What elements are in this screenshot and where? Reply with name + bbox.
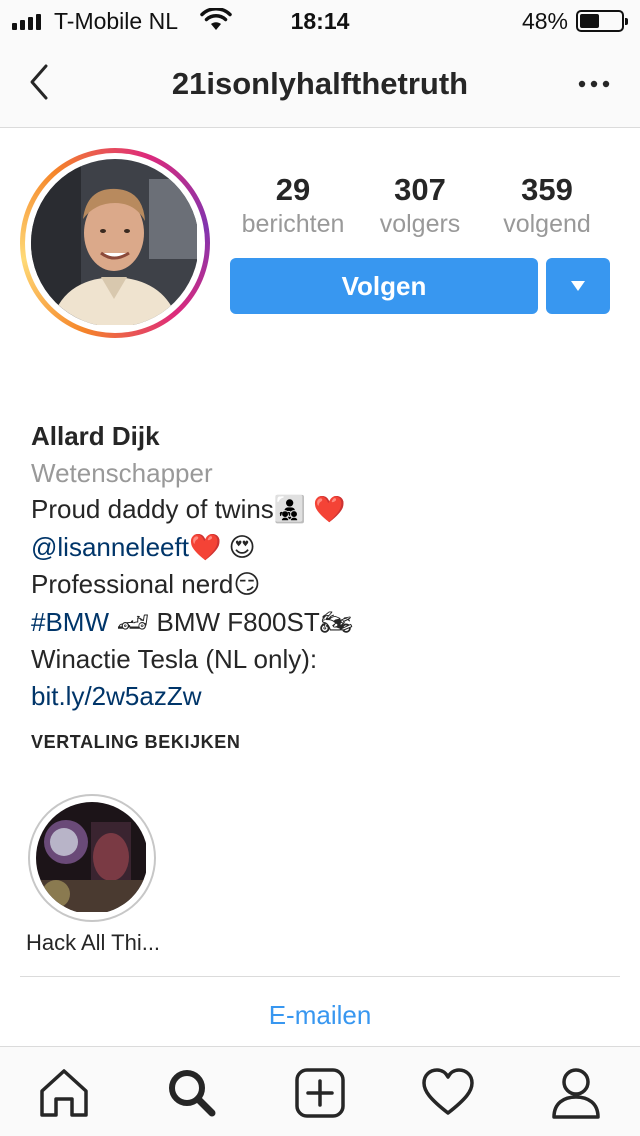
bio-line: Professional nerd😏	[31, 566, 611, 604]
profile-header: 21isonlyhalfthetruth	[0, 40, 640, 128]
bio-hashtag-link[interactable]: #BMW	[31, 607, 109, 637]
battery-level	[580, 14, 600, 28]
heart-emoji: ❤️	[188, 532, 222, 563]
status-bar: T-Mobile NL 18:14 48%	[0, 0, 640, 40]
more-horizontal-icon[interactable]	[574, 62, 614, 102]
avatar	[31, 159, 199, 327]
posts-count: 29	[275, 172, 311, 207]
story-ring[interactable]	[20, 148, 210, 338]
divider	[20, 976, 620, 977]
heart-emoji: ❤️	[313, 495, 346, 525]
story-highlight[interactable]	[28, 794, 156, 922]
smirk-emoji: 😏	[233, 570, 261, 600]
racing-car-emoji: 🏎	[116, 607, 150, 638]
bio-website-link[interactable]: bit.ly/2w5azZw	[31, 681, 202, 711]
new-post-icon[interactable]	[292, 1065, 348, 1121]
profile-icon[interactable]	[548, 1065, 604, 1121]
following-label: volgend	[503, 210, 591, 238]
bottom-tab-bar	[0, 1046, 640, 1136]
bio-text: Proud daddy of twins	[31, 494, 274, 524]
motorcycle-emoji: 🏍	[319, 607, 353, 638]
email-button[interactable]: E-mailen	[0, 1000, 640, 1031]
bio-line: Proud daddy of twins👨‍👧‍👦 ❤️	[31, 491, 611, 529]
bio-line: #BMW 🏎 BMW F800ST🏍	[31, 604, 611, 642]
family-emoji: 👨‍👧‍👦	[273, 495, 307, 525]
battery-icon	[576, 10, 628, 32]
stat-posts[interactable]: 29 berichten	[228, 172, 358, 240]
stat-following[interactable]: 359 volgend	[482, 172, 612, 240]
home-icon[interactable]	[36, 1065, 92, 1121]
bio-text: BMW F800ST	[156, 606, 320, 637]
following-count: 359	[521, 172, 573, 207]
posts-label: berichten	[241, 210, 345, 238]
bio-line: Winactie Tesla (NL only):	[31, 644, 318, 674]
suggestions-dropdown-button[interactable]	[546, 258, 610, 314]
see-translation-button[interactable]: VERTALING BEKIJKEN	[31, 732, 241, 753]
bio-line: bit.ly/2w5azZw	[31, 678, 611, 715]
profile-bio: Allard Dijk Wetenschapper Proud daddy of…	[31, 418, 611, 714]
bio-mention-link[interactable]: @lisanneleeft	[31, 532, 189, 562]
follow-button[interactable]: Volgen	[230, 258, 538, 314]
profile-full-name: Allard Dijk	[31, 421, 160, 451]
highlight-cover-image	[36, 802, 148, 914]
stat-followers[interactable]: 307 volgers	[355, 172, 485, 240]
bio-text: Professional nerd	[31, 569, 234, 599]
profile-username: 21isonlyhalfthetruth	[171, 66, 469, 101]
followers-label: volgers	[379, 210, 461, 238]
bio-line: @lisanneleeft❤️ 😍	[31, 529, 611, 567]
heart-eyes-emoji: 😍	[228, 532, 256, 563]
search-icon[interactable]	[164, 1065, 220, 1121]
battery-percentage: 48%	[521, 8, 568, 34]
followers-count: 307	[394, 172, 446, 207]
activity-heart-icon[interactable]	[420, 1065, 476, 1121]
caret-down-icon	[571, 281, 585, 291]
highlight-label: Hack All Thi...	[25, 930, 161, 955]
profile-category: Wetenschapper	[31, 457, 213, 488]
